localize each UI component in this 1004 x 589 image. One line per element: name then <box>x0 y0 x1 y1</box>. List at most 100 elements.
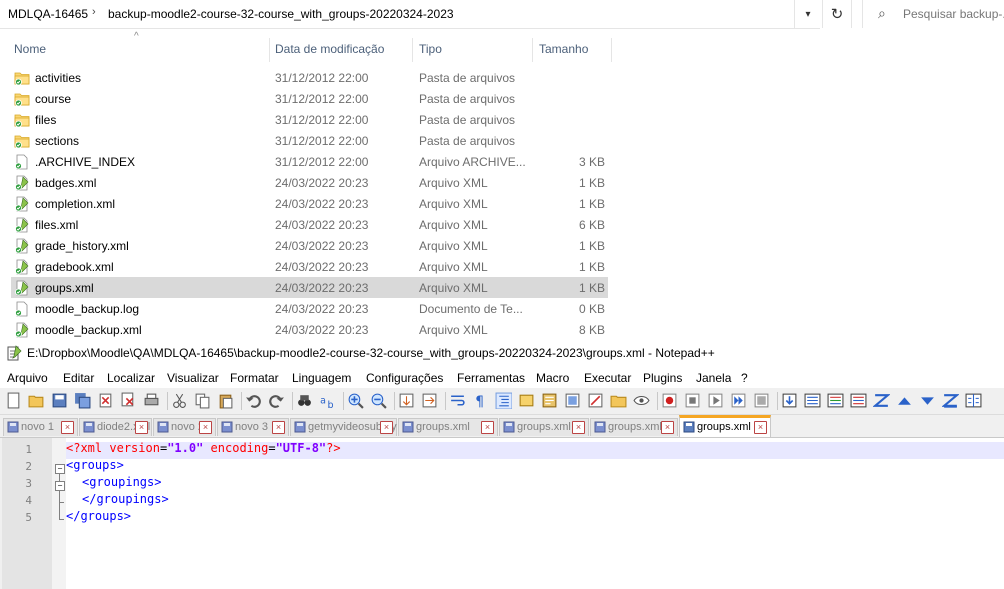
breadcrumb-item-parent[interactable]: MDLQA-16465 <box>8 7 88 21</box>
editor-tab[interactable]: groups.xml × <box>590 418 678 436</box>
file-row[interactable]: groups.xml 24/03/2022 20:23 Arquivo XML 1 K… <box>11 277 608 298</box>
replace-icon[interactable]: ab <box>319 392 336 409</box>
menu-item[interactable]: Executar <box>584 371 631 385</box>
tab-close-icon[interactable]: × <box>481 421 494 434</box>
fold-toggle-icon[interactable]: − <box>55 481 65 491</box>
toolbar-action-6-icon[interactable] <box>896 392 913 409</box>
stop-macro-icon[interactable] <box>684 392 701 409</box>
column-header-type[interactable]: Tipo <box>415 40 534 62</box>
file-row[interactable]: files 31/12/2012 22:00 Pasta de arquivos <box>11 109 608 130</box>
file-row[interactable]: files.xml 24/03/2022 20:23 Arquivo XML 6 KB <box>11 214 608 235</box>
tab-close-icon[interactable]: × <box>661 421 674 434</box>
folder-workspace-icon[interactable] <box>610 392 627 409</box>
tab-close-icon[interactable]: × <box>135 421 148 434</box>
menu-item[interactable]: Editar <box>63 371 94 385</box>
column-divider[interactable] <box>532 38 533 62</box>
toolbar-action-7-icon[interactable] <box>919 392 936 409</box>
close-all-icon[interactable] <box>120 392 137 409</box>
redo-icon[interactable] <box>268 392 285 409</box>
editor-tab[interactable]: diode2.xml × <box>79 418 152 436</box>
tab-close-icon[interactable]: × <box>272 421 285 434</box>
toolbar-action-2-icon[interactable] <box>804 392 821 409</box>
menu-item[interactable]: Visualizar <box>167 371 219 385</box>
word-wrap-icon[interactable] <box>449 392 466 409</box>
column-header-name[interactable]: Nome <box>10 40 272 62</box>
indent-guide-icon[interactable] <box>495 392 512 409</box>
menu-item[interactable]: Plugins <box>643 371 682 385</box>
file-row[interactable]: grade_history.xml 24/03/2022 20:23 Arquivo… <box>11 235 608 256</box>
open-file-icon[interactable] <box>28 392 45 409</box>
breadcrumb-item-current[interactable]: backup-moodle2-course-32-course_with_gro… <box>108 7 454 21</box>
column-divider[interactable] <box>412 38 413 62</box>
menu-item[interactable]: Macro <box>536 371 569 385</box>
file-row[interactable]: activities 31/12/2012 22:00 Pasta de arqui… <box>11 67 608 88</box>
tab-close-icon[interactable]: × <box>754 421 767 434</box>
toolbar-action-3-icon[interactable] <box>827 392 844 409</box>
doc-list-icon[interactable] <box>564 392 581 409</box>
file-row[interactable]: sections 31/12/2012 22:00 Pasta de arquivo… <box>11 130 608 151</box>
play-macro-icon[interactable] <box>707 392 724 409</box>
column-divider[interactable] <box>269 38 270 62</box>
tab-close-icon[interactable]: × <box>380 421 393 434</box>
column-header-size[interactable]: Tamanho <box>535 40 611 62</box>
undo-icon[interactable] <box>245 392 262 409</box>
sync-vertical-icon[interactable] <box>398 392 415 409</box>
save-all-icon[interactable] <box>74 392 91 409</box>
tab-close-icon[interactable]: × <box>61 421 74 434</box>
file-row[interactable]: moodle_backup.xml 24/03/2022 20:23 Arquivo… <box>11 319 608 338</box>
editor-tab[interactable]: novo 1 × <box>3 418 78 436</box>
monitoring-icon[interactable] <box>633 392 650 409</box>
file-row[interactable]: course 31/12/2012 22:00 Pasta de arquivos <box>11 88 608 109</box>
new-file-icon[interactable] <box>5 392 22 409</box>
record-macro-icon[interactable] <box>661 392 678 409</box>
file-row[interactable]: completion.xml 24/03/2022 20:23 Arquivo XM… <box>11 193 608 214</box>
paste-icon[interactable] <box>217 392 234 409</box>
sync-horizontal-icon[interactable] <box>421 392 438 409</box>
file-row[interactable]: .ARCHIVE_INDEX 31/12/2012 22:00 Arquivo AR… <box>11 151 608 172</box>
editor-tab[interactable]: getmyvideosub.py × <box>290 418 397 436</box>
menu-item[interactable]: Linguagem <box>292 371 351 385</box>
file-row[interactable]: gradebook.xml 24/03/2022 20:23 Arquivo XML… <box>11 256 608 277</box>
tab-close-icon[interactable]: × <box>572 421 585 434</box>
column-header-date[interactable]: Data de modificação <box>271 40 413 62</box>
title-bar[interactable]: E:\Dropbox\Moodle\QA\MDLQA-16465\backup-… <box>0 338 1004 368</box>
address-dropdown-icon[interactable]: ▾ <box>794 0 821 28</box>
save-icon[interactable] <box>51 392 68 409</box>
menu-item[interactable]: Ferramentas <box>457 371 525 385</box>
address-bar[interactable]: MDLQA-16465 › backup-moodle2-course-32-c… <box>0 0 820 29</box>
save-macro-icon[interactable] <box>753 392 770 409</box>
zoom-in-icon[interactable] <box>347 392 364 409</box>
editor-tab[interactable]: novo 2 × <box>153 418 216 436</box>
function-list-icon[interactable] <box>587 392 604 409</box>
refresh-icon[interactable]: ↻ <box>822 0 852 28</box>
file-row[interactable]: badges.xml 24/03/2022 20:23 Arquivo XML 1 K… <box>11 172 608 193</box>
menu-item[interactable]: Configurações <box>366 371 443 385</box>
tab-close-icon[interactable]: × <box>199 421 212 434</box>
menu-item[interactable]: Localizar <box>107 371 155 385</box>
editor-tab[interactable]: groups.xml × <box>499 418 589 436</box>
run-macro-multiple-icon[interactable] <box>730 392 747 409</box>
file-row[interactable]: moodle_backup.log 24/03/2022 20:23 Documen… <box>11 298 608 319</box>
menu-item[interactable]: ? <box>741 371 748 385</box>
user-lang-icon[interactable] <box>518 392 535 409</box>
doc-map-icon[interactable] <box>541 392 558 409</box>
toolbar-action-8-icon[interactable] <box>942 392 959 409</box>
menu-item[interactable]: Janela <box>696 371 731 385</box>
copy-icon[interactable] <box>194 392 211 409</box>
editor-tab[interactable]: novo 3 × <box>217 418 289 436</box>
menu-item[interactable]: Formatar <box>230 371 279 385</box>
toolbar-action-9-icon[interactable] <box>965 392 982 409</box>
editor-tab[interactable]: groups.xml × <box>398 418 498 436</box>
zoom-out-icon[interactable] <box>370 392 387 409</box>
menu-item[interactable]: Arquivo <box>7 371 48 385</box>
toolbar-action-4-icon[interactable] <box>850 392 867 409</box>
show-all-chars-icon[interactable]: ¶ <box>472 392 489 409</box>
toolbar-action-1-icon[interactable] <box>781 392 798 409</box>
cut-icon[interactable] <box>171 392 188 409</box>
close-icon[interactable] <box>97 392 114 409</box>
editor-tab[interactable]: groups.xml × <box>679 415 771 437</box>
print-icon[interactable] <box>143 392 160 409</box>
code-editor[interactable]: 1 2 3 4 5 − − <?xml version="1.0" encodi… <box>2 438 1004 589</box>
find-icon[interactable] <box>296 392 313 409</box>
column-divider[interactable] <box>611 38 612 62</box>
